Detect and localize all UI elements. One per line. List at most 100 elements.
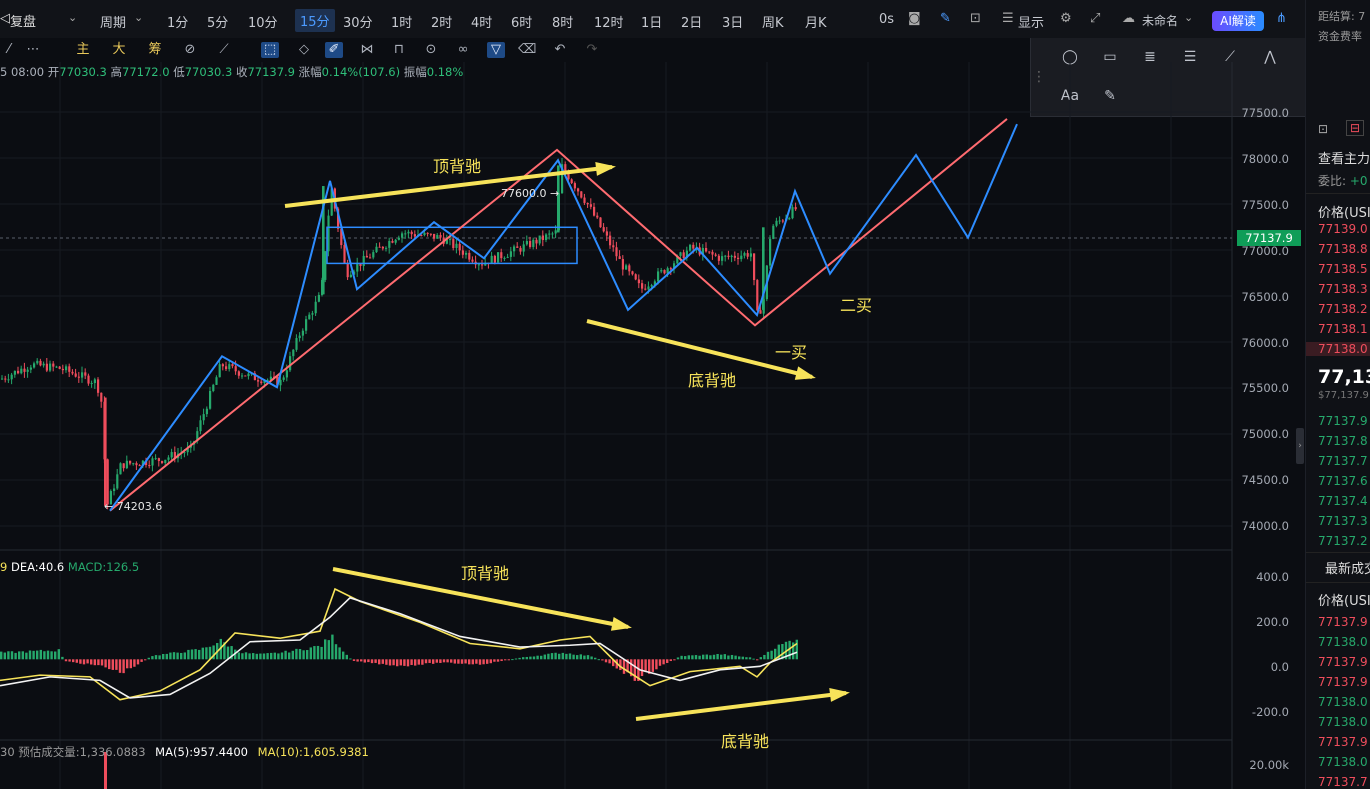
asks-row[interactable]: 77138.8 <box>1318 242 1368 256</box>
macd-bar <box>529 656 532 660</box>
candle-body <box>404 233 407 235</box>
trades-row[interactable]: 77138.0 <box>1318 695 1368 709</box>
macd-bar <box>745 657 748 660</box>
macd-bar <box>277 653 280 660</box>
candle-body <box>10 374 13 380</box>
bids-row[interactable]: 77137.8 <box>1318 434 1368 448</box>
candle-body <box>509 251 512 257</box>
macd-bar <box>727 655 730 660</box>
bids-row[interactable]: 77137.2 <box>1318 534 1368 548</box>
macd-bar <box>421 659 424 665</box>
candle-body <box>33 363 36 368</box>
asks-row[interactable]: 77138.0 <box>1306 342 1370 356</box>
candle-body <box>532 239 535 247</box>
macd-bar <box>237 652 240 660</box>
macd-bar <box>601 659 604 661</box>
candle-body <box>737 257 740 260</box>
trades-row[interactable]: 77137.9 <box>1318 735 1368 749</box>
price-tick: 75000.0 <box>1241 427 1289 441</box>
asks-row[interactable]: 77138.3 <box>1318 282 1368 296</box>
candle-body <box>381 246 384 249</box>
trades-row[interactable]: 77137.9 <box>1318 615 1368 629</box>
latest-trades-tab[interactable]: 最新成交 <box>1325 558 1370 577</box>
macd-bar <box>187 649 190 660</box>
candle-body <box>388 241 391 248</box>
macd-bar <box>39 649 42 660</box>
macd-bar <box>7 651 10 660</box>
macd-bar <box>64 659 68 662</box>
macd-bar <box>579 654 582 660</box>
bids-row[interactable]: 77137.4 <box>1318 494 1368 508</box>
candle-body <box>241 375 244 377</box>
candle-body <box>84 372 87 376</box>
candle-body <box>705 247 708 252</box>
macd-bar <box>54 651 57 660</box>
bids-row[interactable]: 77137.7 <box>1318 454 1368 468</box>
annotation-bottom-divergence-price: 底背驰 <box>688 371 737 390</box>
trades-row[interactable]: 77137.9 <box>1318 675 1368 689</box>
macd-bar <box>284 650 287 660</box>
asks-row[interactable]: 77138.1 <box>1318 322 1368 336</box>
macd-bar <box>669 659 672 662</box>
candle-body <box>612 245 615 248</box>
macd-bar <box>144 659 147 661</box>
macd-bar <box>532 656 536 660</box>
macd-bar <box>475 659 478 664</box>
orderbook-icon[interactable]: ⊟ <box>1346 120 1365 136</box>
bids-row[interactable]: 77137.9 <box>1318 414 1368 428</box>
macd-bar <box>770 650 773 660</box>
asks-row[interactable]: 77139.0 <box>1318 222 1368 236</box>
candle-body <box>724 255 727 257</box>
candle-body <box>631 271 634 275</box>
low-price-mark: ← 74203.6 <box>104 500 163 513</box>
macd-bar <box>662 659 665 665</box>
price-tick: 75500.0 <box>1241 381 1289 395</box>
macd-bar <box>457 659 460 664</box>
asks-row[interactable]: 77138.5 <box>1318 262 1368 276</box>
candle-body <box>132 463 135 465</box>
candle-body <box>97 379 100 393</box>
candle-body <box>436 235 439 239</box>
candle-body <box>125 460 128 469</box>
asks-row[interactable]: 77138.2 <box>1318 302 1368 316</box>
trades-row[interactable]: 77137.9 <box>1318 655 1368 669</box>
trades-row[interactable]: 77137.7 <box>1318 775 1368 789</box>
macd-bar <box>518 657 521 660</box>
candle-body <box>122 463 125 469</box>
candle-body <box>583 197 586 203</box>
macd-bar <box>716 654 719 660</box>
annotation-top-divergence-price: 顶背驰 <box>433 157 482 176</box>
candle-body <box>714 254 717 256</box>
macd-bar <box>424 659 428 664</box>
candle-body <box>641 283 644 289</box>
bids-row[interactable]: 77137.3 <box>1318 514 1368 528</box>
panel-collapse-handle[interactable]: › <box>1296 428 1304 464</box>
volume-axis-label: 20.00k <box>1249 758 1289 772</box>
view-main-force[interactable]: 查看主力 <box>1318 148 1370 167</box>
trades-row[interactable]: 77138.0 <box>1318 755 1368 769</box>
macd-bar <box>194 649 197 660</box>
candle-body <box>170 452 173 458</box>
bids-row[interactable]: 77137.6 <box>1318 474 1368 488</box>
candle-body <box>493 255 496 263</box>
price-tick: 74000.0 <box>1241 519 1289 533</box>
macd-bar <box>460 659 464 664</box>
trades-price-header: 价格(USI <box>1318 594 1370 609</box>
candle-body <box>602 227 605 232</box>
macd-bar <box>633 659 636 681</box>
macd-bar <box>25 652 28 660</box>
macd-bar <box>162 653 165 660</box>
macd-bar <box>702 654 705 660</box>
macd-bar <box>21 651 24 660</box>
candle-body <box>554 230 557 234</box>
trades-row[interactable]: 77138.0 <box>1318 715 1368 729</box>
trades-row[interactable]: 77138.0 <box>1318 635 1368 649</box>
macd-bar <box>392 659 395 666</box>
panel-icon[interactable]: ⊡ <box>1318 122 1328 136</box>
candle-body <box>279 379 282 386</box>
candle-body <box>1 378 4 380</box>
candle-body <box>644 288 647 290</box>
price-chart[interactable] <box>0 0 1305 789</box>
candle-body <box>692 244 695 249</box>
macd-bar <box>266 653 269 660</box>
